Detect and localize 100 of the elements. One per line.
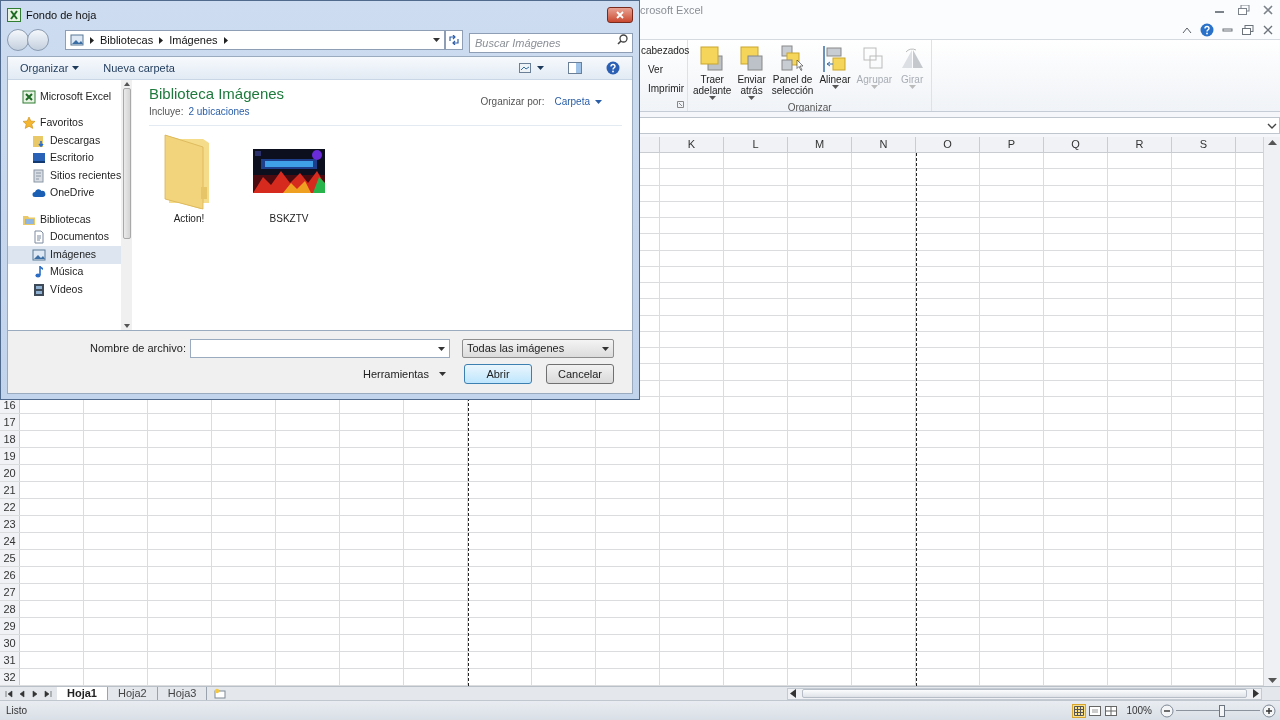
nav-item[interactable]: Microsoft Excel (8, 88, 121, 106)
nav-item[interactable]: Imágenes (8, 246, 121, 264)
nav-scrollbar[interactable] (121, 80, 132, 330)
ribbon-button[interactable]: Alinear (816, 44, 854, 100)
monitor-icon (32, 151, 46, 166)
locations-link[interactable]: 2 ubicaciones (188, 104, 250, 119)
ribbon-option[interactable]: Imprimir (641, 81, 687, 96)
sheet-nav-icon[interactable] (5, 689, 13, 698)
nav-item[interactable]: Música (8, 263, 121, 281)
breadcrumb-item[interactable]: Bibliotecas (100, 31, 154, 49)
nav-item[interactable]: OneDrive (8, 184, 121, 202)
close-icon[interactable] (1262, 24, 1274, 35)
scroll-right-icon[interactable] (1253, 689, 1259, 698)
scroll-up-icon[interactable] (123, 82, 130, 86)
star-icon (22, 116, 36, 131)
nav-item[interactable]: Escritorio (8, 149, 121, 167)
tools-button[interactable]: Herramientas (362, 365, 446, 383)
nav-item[interactable]: Documentos (8, 228, 121, 246)
address-bar[interactable]: Bibliotecas Imágenes (65, 30, 445, 50)
includes-label: Incluye: (149, 105, 184, 119)
scroll-down-icon[interactable] (1267, 678, 1277, 684)
scroll-left-icon[interactable] (790, 689, 797, 698)
chevron-icon (90, 36, 94, 44)
arrange-label: Organizar por: (480, 95, 545, 109)
image-icon (32, 247, 46, 262)
view-icon[interactable] (519, 63, 531, 73)
sheet-nav-icon[interactable] (44, 689, 52, 698)
sheet-tab[interactable]: Hoja1 (57, 686, 108, 701)
music-note-icon (32, 265, 46, 280)
caret-icon (433, 38, 440, 42)
file-item[interactable]: BSKZTV (249, 130, 329, 226)
organize-button[interactable]: Organizar (20, 59, 80, 77)
search-field[interactable]: Buscar Imágenes (469, 33, 633, 53)
file-type-dropdown[interactable]: Todas las imágenes (462, 339, 614, 358)
help-icon[interactable] (1200, 22, 1214, 37)
nav-item[interactable]: Bibliotecas (8, 211, 121, 229)
caret-icon (537, 66, 544, 70)
help-icon[interactable] (606, 61, 620, 75)
page-break-view-icon[interactable] (1104, 703, 1119, 718)
ribbon-option[interactable]: cabezados (641, 43, 687, 58)
column-header[interactable]: O (916, 137, 980, 152)
column-header[interactable]: K (660, 137, 724, 152)
chevron-icon (159, 36, 164, 44)
new-folder-button[interactable]: Nueva carpeta (103, 59, 175, 77)
caret-icon (595, 99, 602, 104)
caret-icon (72, 66, 80, 70)
column-header[interactable]: L (724, 137, 788, 152)
page-layout-icon[interactable] (1088, 703, 1103, 718)
film-icon (32, 282, 46, 297)
chevron-icon (223, 36, 228, 44)
close-icon[interactable] (1262, 5, 1274, 15)
filename-label: Nombre de archivo: (90, 341, 186, 357)
ribbon-button[interactable]: Enviar atrás (734, 44, 769, 100)
ribbon-button[interactable]: Panel de selección (768, 44, 817, 100)
column-header[interactable]: N (852, 137, 916, 152)
scroll-down-icon[interactable] (123, 324, 130, 328)
dialog-button[interactable]: Cancelar (546, 364, 614, 384)
column-header[interactable]: S (1172, 137, 1236, 152)
document-icon (32, 230, 46, 245)
grid-icon (1074, 705, 1085, 716)
vertical-scrollbar[interactable] (1263, 137, 1280, 686)
close-button[interactable] (607, 7, 633, 23)
ribbon-option[interactable]: Ver (641, 62, 687, 77)
spreadsheet-icon (7, 8, 21, 22)
zoom-in-icon[interactable] (1262, 703, 1276, 718)
collapse-ribbon-icon[interactable] (1182, 25, 1192, 34)
ribbon-button[interactable]: Traer adelante (690, 44, 735, 100)
nav-item[interactable]: Favoritos (8, 114, 121, 132)
arrange-dropdown[interactable]: Carpeta (554, 94, 602, 109)
image-icon (70, 33, 84, 47)
refresh-button[interactable] (445, 30, 463, 50)
minimize-icon[interactable] (1222, 25, 1234, 34)
column-header[interactable]: M (788, 137, 852, 152)
restore-icon[interactable] (1238, 5, 1250, 15)
zoom-level-text: 100% (1125, 704, 1153, 718)
scroll-up-icon[interactable] (1267, 139, 1277, 145)
nav-item[interactable]: Sitios recientes (8, 167, 121, 185)
search-icon (617, 34, 628, 45)
column-header[interactable]: Q (1044, 137, 1108, 152)
restore-icon[interactable] (1242, 24, 1254, 35)
send-backward-icon (737, 44, 766, 74)
zoom-slider-thumb[interactable] (1219, 704, 1226, 717)
horizontal-scrollbar[interactable] (787, 687, 1262, 700)
zoom-slider[interactable] (1176, 704, 1260, 717)
align-icon (821, 44, 849, 74)
preview-pane-icon[interactable] (568, 62, 582, 74)
column-header[interactable]: P (980, 137, 1044, 152)
dialog-title: Fondo de hoja (26, 7, 97, 23)
zoom-out-icon[interactable] (1160, 703, 1174, 718)
filename-field[interactable] (190, 339, 450, 358)
breadcrumb-item[interactable]: Imágenes (169, 31, 218, 49)
nav-item[interactable]: Vídeos (8, 281, 121, 299)
file-item[interactable]: Action! (149, 130, 229, 226)
nav-item[interactable]: Descargas (8, 132, 121, 150)
column-header[interactable]: R (1108, 137, 1172, 152)
dialog-button[interactable]: Abrir (464, 364, 532, 384)
normal-view-button[interactable] (1072, 703, 1087, 718)
folder-icon (32, 133, 46, 148)
expand-icon[interactable] (1267, 121, 1277, 130)
dialog-launcher-icon[interactable] (677, 101, 684, 108)
